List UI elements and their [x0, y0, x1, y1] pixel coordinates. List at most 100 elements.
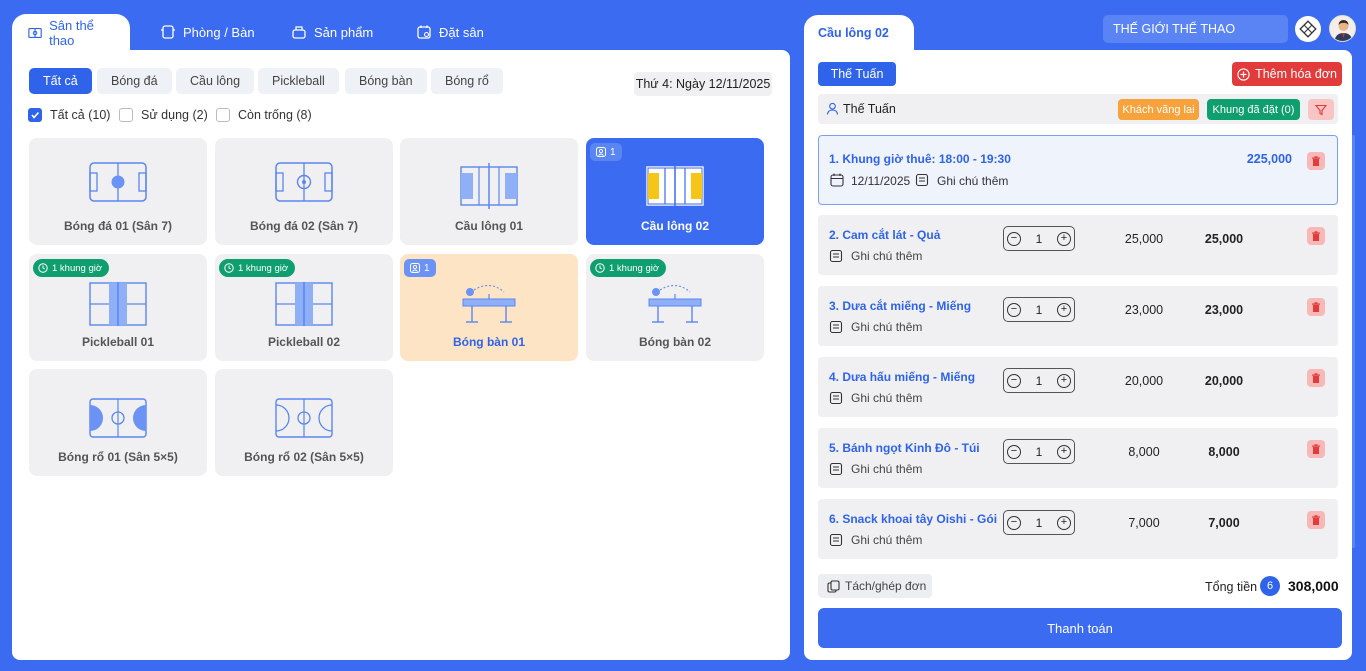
court-card[interactable]: 1 khung giờ Pickleball 02	[215, 254, 393, 361]
qty-value[interactable]: 1	[1036, 232, 1043, 246]
qty-value[interactable]: 1	[1036, 516, 1043, 530]
plus-icon[interactable]: +	[1057, 515, 1071, 530]
qty-value[interactable]: 1	[1036, 445, 1043, 459]
checkbox-checked[interactable]	[28, 108, 42, 122]
grid-menu-button[interactable]	[1295, 16, 1321, 42]
delete-button[interactable]	[1307, 440, 1325, 458]
category-basketball[interactable]: Bóng rổ	[431, 68, 503, 94]
item-note[interactable]: Ghi chú thêm	[829, 320, 922, 334]
time-slot-badge: 1 khung giờ	[219, 259, 296, 277]
basketball-court-icon	[275, 398, 333, 438]
court-name: Cầu lông 02	[640, 219, 709, 233]
add-invoice-button[interactable]: Thêm hóa đơn	[1232, 62, 1342, 86]
court-card-selected[interactable]: 1 Cầu lông 02	[586, 138, 764, 245]
order-item-row[interactable]: 5. Bánh ngọt Kinh Đô - Túi Ghi chú thêm …	[818, 428, 1338, 488]
checkbox[interactable]	[216, 108, 230, 122]
filter-button[interactable]	[1308, 99, 1334, 120]
court-card-busy[interactable]: 1 Bóng bàn 01	[400, 254, 578, 361]
item-note[interactable]: Ghi chú thêm	[829, 533, 922, 547]
split-merge-label: Tách/ghép đơn	[845, 579, 927, 593]
quantity-stepper[interactable]: − 1 +	[1003, 439, 1075, 464]
slot-note[interactable]: Ghi chú thêm	[937, 174, 1008, 188]
active-court-tab[interactable]: Cầu lông 02	[804, 15, 914, 51]
tab-rooms[interactable]: Phòng / Bàn	[160, 14, 255, 50]
trash-icon	[1312, 372, 1320, 383]
category-football[interactable]: Bóng đá	[97, 68, 172, 94]
quantity-stepper[interactable]: − 1 +	[1003, 297, 1075, 322]
customer-name[interactable]: Thế Tuấn	[843, 102, 896, 116]
filter-in-use[interactable]: Sử dụng (2)	[119, 108, 208, 122]
add-invoice-label: Thêm hóa đơn	[1255, 67, 1337, 81]
category-pingpong[interactable]: Bóng bàn	[345, 68, 427, 94]
minus-icon[interactable]: −	[1007, 444, 1021, 459]
scrollbar[interactable]	[1352, 135, 1355, 548]
order-item-row[interactable]: 4. Dưa hấu miếng - Miếng Ghi chú thêm − 1…	[818, 357, 1338, 417]
note-label: Ghi chú thêm	[851, 249, 923, 263]
badge-text: 1 khung giờ	[609, 262, 660, 274]
minus-icon[interactable]: −	[1007, 231, 1021, 246]
category-badminton[interactable]: Cầu lông	[176, 68, 255, 94]
qty-value[interactable]: 1	[1036, 374, 1043, 388]
date-label[interactable]: Thứ 4: Ngày 12/11/2025	[634, 72, 772, 96]
court-card[interactable]: Bóng đá 01 (Sân 7)	[29, 138, 207, 245]
item-name: 5. Bánh ngọt Kinh Đô - Túi	[829, 441, 980, 455]
filter-available[interactable]: Còn trống (8)	[216, 108, 312, 122]
item-name: 3. Dưa cắt miếng - Miếng	[829, 299, 972, 313]
delete-button[interactable]	[1307, 369, 1325, 387]
order-item-row[interactable]: 6. Snack khoai tây Oishi - Gói Ghi chú t…	[818, 499, 1338, 559]
plus-icon[interactable]: +	[1057, 373, 1071, 388]
tab-products[interactable]: Sản phẩm	[291, 14, 373, 50]
store-search[interactable]: THẾ GIỚI THỂ THAO	[1103, 15, 1288, 43]
order-item-row[interactable]: 3. Dưa cắt miếng - Miếng Ghi chú thêm − 1…	[818, 286, 1338, 346]
court-card[interactable]: 1 khung giờ Pickleball 01	[29, 254, 207, 361]
quantity-stepper[interactable]: − 1 +	[1003, 510, 1075, 535]
court-card[interactable]: Bóng rổ 02 (Sân 5×5)	[215, 369, 393, 476]
order-item-row[interactable]: 2. Cam cắt lát - Quả Ghi chú thêm − 1 + 25…	[818, 215, 1338, 275]
tab-booking[interactable]: Đặt sân	[416, 14, 484, 50]
checkbox[interactable]	[119, 108, 133, 122]
plus-icon[interactable]: +	[1057, 302, 1071, 317]
item-note[interactable]: Ghi chú thêm	[829, 391, 922, 405]
note-icon	[829, 320, 843, 334]
court-name: Cầu lông 01	[454, 219, 523, 233]
item-note[interactable]: Ghi chú thêm	[829, 462, 922, 476]
plus-icon[interactable]: +	[1057, 444, 1071, 459]
quantity-stepper[interactable]: − 1 +	[1003, 226, 1075, 251]
minus-icon[interactable]: −	[1007, 515, 1021, 530]
plus-icon[interactable]: +	[1057, 231, 1071, 246]
delete-button[interactable]	[1307, 152, 1325, 170]
category-pickleball[interactable]: Pickleball	[258, 68, 339, 94]
pickleball-court-icon	[89, 282, 147, 326]
time-slot-badge: 1 khung giờ	[590, 259, 667, 277]
tab-label: Sân thể thao	[49, 17, 94, 48]
time-slot-row[interactable]	[818, 135, 1338, 205]
delete-button[interactable]	[1307, 511, 1325, 529]
football-court-icon	[89, 162, 147, 202]
minus-icon[interactable]: −	[1007, 373, 1021, 388]
court-card[interactable]: Cầu lông 01	[400, 138, 578, 245]
walk-in-badge[interactable]: Khách vãng lai	[1118, 99, 1199, 120]
filter-all[interactable]: Tất cả (10)	[28, 108, 110, 122]
item-note[interactable]: Ghi chú thêm	[829, 249, 922, 263]
split-merge-button[interactable]: Tách/ghép đơn	[818, 574, 932, 598]
court-name: Bóng rổ 02 (Sân 5×5)	[244, 450, 364, 464]
note-icon	[829, 533, 843, 547]
calendar-icon	[417, 25, 431, 39]
avatar[interactable]	[1329, 15, 1356, 42]
item-count-badge: 6	[1260, 576, 1280, 596]
booked-slots-badge[interactable]: Khung đã đặt (0)	[1207, 99, 1300, 120]
minus-icon[interactable]: −	[1007, 302, 1021, 317]
court-card[interactable]: Bóng đá 02 (Sân 7)	[215, 138, 393, 245]
tab-courts[interactable]: Sân thể thao	[12, 14, 130, 51]
pay-button[interactable]: Thanh toán	[818, 608, 1342, 648]
category-all[interactable]: Tất cả	[29, 68, 92, 94]
court-card[interactable]: 1 khung giờ Bóng bàn 02	[586, 254, 764, 361]
delete-button[interactable]	[1307, 298, 1325, 316]
court-card[interactable]: Bóng rổ 01 (Sân 5×5)	[29, 369, 207, 476]
quantity-stepper[interactable]: − 1 +	[1003, 368, 1075, 393]
user-icon	[826, 102, 839, 115]
qty-value[interactable]: 1	[1036, 303, 1043, 317]
delete-button[interactable]	[1307, 227, 1325, 245]
customer-tab[interactable]: Thế Tuấn	[818, 62, 896, 86]
tab-label: Phòng / Bàn	[183, 24, 255, 40]
